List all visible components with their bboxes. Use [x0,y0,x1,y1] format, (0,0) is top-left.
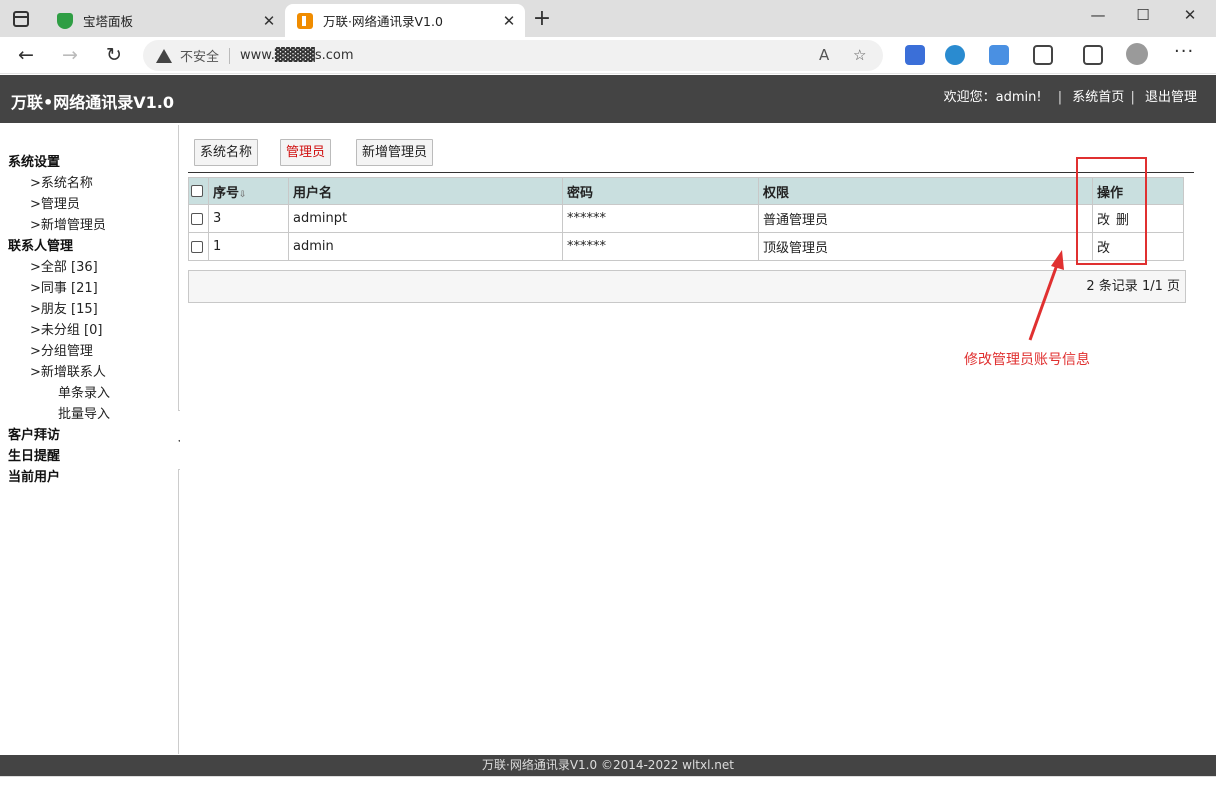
cell-password: ****** [562,232,759,261]
select-all-checkbox[interactable] [191,185,203,197]
main-content: 系统名称 管理员 新增管理员 序号⇩ 用户名 密码 权限 操作 3 adminp… [180,125,1212,754]
calendar-extension-icon[interactable] [989,45,1009,65]
security-label[interactable]: 不安全 [180,46,219,65]
welcome-text: 欢迎您：admin! [943,90,1042,105]
table-row: 3 adminpt ****** 普通管理员 改删 [188,204,1184,233]
browser-tab-baota[interactable]: 宝塔面板 ✕ [45,4,285,37]
sidebar-heading-visits[interactable]: 客户拜访 [8,424,60,443]
browser-tab-contacts[interactable]: 万联·网络通讯录V1.0 ✕ [285,4,525,37]
sidebar-item-admins[interactable]: >管理员 [30,193,80,212]
table-row: 1 admin ****** 顶级管理员 改 [188,232,1184,261]
app-favicon-icon [297,12,313,29]
sidebar: 系统设置 >系统名称 >管理员 >新增管理员 联系人管理 >全部 [36] >同… [0,125,179,754]
highlight-box [1076,157,1147,265]
sidebar-heading-current-user[interactable]: 当前用户 [8,466,60,485]
close-tab-icon[interactable]: ✕ [499,12,519,30]
reload-button[interactable]: ↻ [102,44,126,66]
new-tab-button[interactable]: + [531,6,553,31]
sidebar-heading-contacts[interactable]: 联系人管理 [8,235,73,254]
sidebar-item-add-admin[interactable]: >新增管理员 [30,214,106,233]
sidebar-item-single-entry[interactable]: 单条录入 [58,382,110,401]
window-bottom-edge [0,776,1216,787]
col-role-header: 权限 [758,177,1093,205]
tab-system-name[interactable]: 系统名称 [194,139,259,166]
sidebar-heading-system[interactable]: 系统设置 [8,151,60,170]
cell-username: admin [288,232,563,261]
app-header: 万联•网络通讯录V1.0 欢迎您：admin! | 系统首页 | 退出管理 [0,75,1216,123]
shield-favicon-icon [57,12,73,29]
close-tab-icon[interactable]: ✕ [259,12,279,30]
sidebar-item-add-contact[interactable]: >新增联系人 [30,361,106,380]
sidebar-item-all[interactable]: >全部 [36] [30,256,98,275]
read-aloud-icon[interactable]: A [819,46,829,64]
cell-role: 普通管理员 [758,204,1093,233]
cell-id: 1 [208,232,289,261]
col-password-header: 密码 [562,177,759,205]
more-menu-button[interactable]: ··· [1174,41,1194,62]
row-checkbox[interactable] [191,240,203,253]
favorite-icon[interactable]: ☆ [853,46,866,64]
sidebar-item-friends[interactable]: >朋友 [15] [30,298,98,317]
row-checkbox[interactable] [191,212,203,225]
forward-button[interactable]: → [58,44,82,66]
browser-tab-strip: 宝塔面板 ✕ 万联·网络通讯录V1.0 ✕ + — ☐ ✕ [0,0,1216,37]
table-header-row: 序号⇩ 用户名 密码 权限 操作 [188,177,1184,205]
pagination-info: 2 条记录 1/1 页 [188,270,1186,303]
url-text[interactable]: www.▓▓▓▓s.com [240,48,354,63]
sidebar-item-system-name[interactable]: >系统名称 [30,172,93,191]
tab-title: 万联·网络通讯录V1.0 [323,14,443,29]
sort-icon[interactable]: ⇩ [239,190,247,200]
sidebar-item-colleagues[interactable]: >同事 [21] [30,277,98,296]
cell-username: adminpt [288,204,563,233]
warning-icon [156,48,172,63]
divider [229,47,231,64]
tab-add-admin[interactable]: 新增管理员 [356,139,434,166]
close-window-button[interactable]: ✕ [1180,6,1200,24]
logout-link[interactable]: 退出管理 [1145,90,1197,105]
divider [188,172,1194,173]
tab-actions-icon[interactable] [13,11,29,27]
sidebar-heading-birthdays[interactable]: 生日提醒 [8,445,60,464]
back-button[interactable]: ← [14,44,38,66]
profile-avatar[interactable] [1126,43,1148,65]
sidebar-item-group-manage[interactable]: >分组管理 [30,340,93,359]
home-link[interactable]: 系统首页 [1072,90,1124,105]
maximize-button[interactable]: ☐ [1133,6,1153,24]
collections-icon[interactable] [1083,45,1103,65]
extensions-puzzle-icon[interactable] [1033,45,1053,65]
tab-admins[interactable]: 管理员 [280,139,332,166]
cell-role: 顶级管理员 [758,232,1093,261]
sidebar-item-batch-import[interactable]: 批量导入 [58,403,110,422]
browser-toolbar: ← → ↻ 不安全 www.▓▓▓▓s.com A ☆ [0,37,1216,74]
extension-icon[interactable] [905,45,925,65]
col-username-header: 用户名 [288,177,563,205]
footer: 万联·网络通讯录V1.0 ©2014-2022 wltxl.net [0,755,1216,776]
cell-password: ****** [562,204,759,233]
sidebar-item-ungrouped[interactable]: >未分组 [0] [30,319,102,338]
extension-icon[interactable] [945,45,965,65]
minimize-button[interactable]: — [1088,6,1108,24]
tab-title: 宝塔面板 [83,14,134,29]
col-id-header[interactable]: 序号⇩ [208,177,289,205]
app-title: 万联•网络通讯录V1.0 [11,93,174,112]
cell-id: 3 [208,204,289,233]
annotation-label: 修改管理员账号信息 [964,352,1090,368]
address-bar[interactable]: 不安全 www.▓▓▓▓s.com A ☆ [143,40,883,71]
header-user-links: 欢迎您：admin! | 系统首页 | 退出管理 [943,90,1197,105]
admin-table: 序号⇩ 用户名 密码 权限 操作 3 adminpt ****** 普通管理员 … [188,177,1184,261]
